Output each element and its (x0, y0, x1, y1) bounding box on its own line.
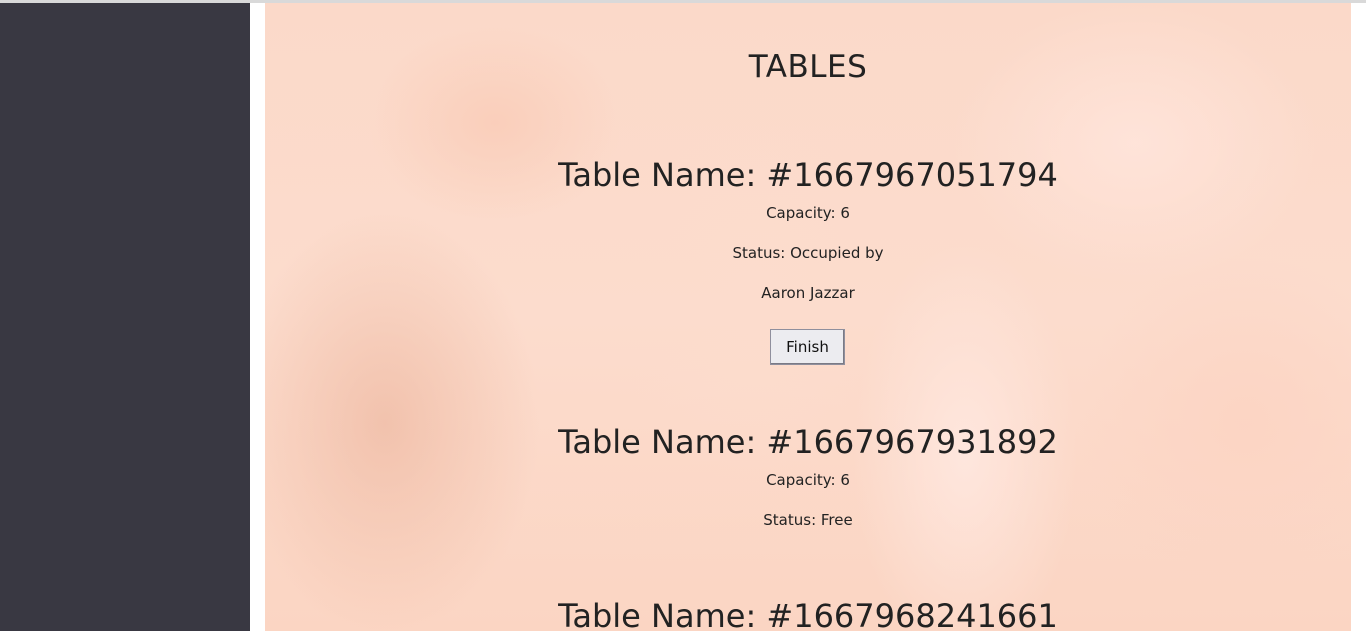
table-name: Table Name: #1667968241661 (558, 597, 1058, 631)
table-status: Status: Occupied by (732, 244, 884, 262)
table-name: Table Name: #1667967931892 (558, 423, 1058, 461)
table-capacity: Capacity: 6 (766, 471, 850, 489)
sidebar (0, 3, 250, 631)
finish-button[interactable]: Finish (770, 329, 845, 365)
sidebar-gutter (250, 3, 265, 631)
table-name: Table Name: #1667967051794 (558, 156, 1058, 194)
table-occupant: Aaron Jazzar (761, 284, 855, 302)
table-capacity: Capacity: 6 (766, 204, 850, 222)
table-status: Status: Free (763, 511, 853, 529)
table-card: Table Name: #1667967931892 Capacity: 6 S… (265, 422, 1351, 529)
table-card: Table Name: #1667967051794 Capacity: 6 S… (265, 155, 1351, 365)
table-card: Table Name: #1667968241661 (265, 596, 1351, 631)
page-title: TABLES (748, 49, 868, 85)
scrollbar[interactable] (1351, 3, 1366, 631)
main-content[interactable]: TABLES Table Name: #1667967051794 Capaci… (265, 3, 1351, 631)
